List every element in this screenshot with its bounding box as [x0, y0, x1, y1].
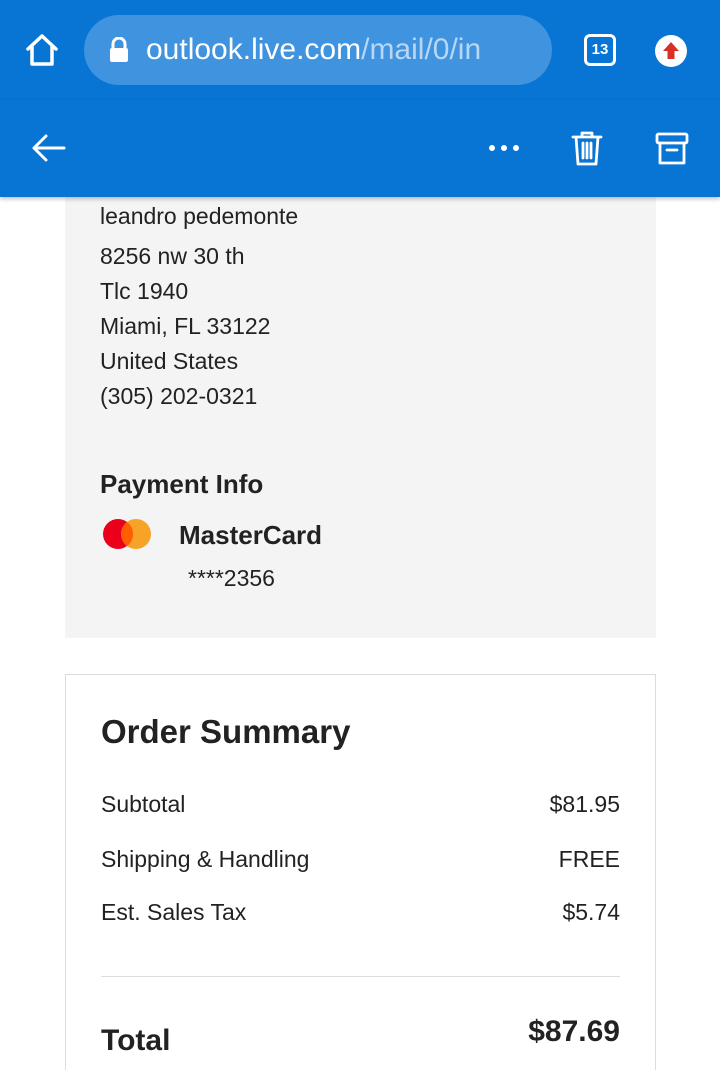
- order-summary-heading: Order Summary: [101, 713, 351, 750]
- total-label: Total: [101, 1024, 171, 1057]
- shipping-label: Shipping & Handling: [101, 846, 310, 872]
- payment-info-heading: Payment Info: [100, 469, 264, 499]
- summary-divider: [101, 976, 620, 977]
- trash-icon: [571, 131, 603, 166]
- address-country: United States: [100, 348, 239, 374]
- address-street: 8256 nw 30 th: [100, 243, 245, 269]
- total-value: $87.69: [528, 1015, 620, 1048]
- lock-icon: [110, 37, 128, 62]
- tax-label: Est. Sales Tax: [101, 899, 247, 925]
- address-city: Miami, FL 33122: [100, 313, 271, 339]
- url-path: /mail/0/in: [361, 33, 482, 66]
- archive-icon: [655, 132, 689, 165]
- subtotal-label: Subtotal: [101, 791, 186, 817]
- archive-button[interactable]: [654, 128, 690, 168]
- browser-toolbar: outlook.live.com/mail/0/in 13: [0, 0, 720, 100]
- shipping-value: FREE: [558, 846, 620, 872]
- back-arrow-icon: [32, 134, 66, 162]
- subtotal-value: $81.95: [549, 791, 620, 817]
- mail-action-bar: [0, 100, 720, 197]
- home-icon: [26, 34, 58, 66]
- address-name: leandro pedemonte: [100, 203, 299, 229]
- tabs-button[interactable]: 13: [584, 34, 616, 66]
- delete-button[interactable]: [570, 128, 604, 168]
- address-phone: (305) 202-0321: [100, 383, 258, 409]
- url-domain: outlook.live.com: [146, 33, 362, 66]
- mastercard-logo-icon: [103, 519, 151, 549]
- home-button[interactable]: [22, 30, 62, 70]
- more-options-button[interactable]: [486, 136, 522, 160]
- email-body: leandro pedemonte 8256 nw 30 th Tlc 1940…: [0, 197, 720, 1070]
- update-button[interactable]: [654, 34, 688, 68]
- update-arrow-icon: [655, 35, 687, 67]
- address-unit: Tlc 1940: [100, 278, 189, 304]
- address-bar[interactable]: outlook.live.com/mail/0/in: [84, 15, 552, 85]
- more-dots-icon: [489, 145, 519, 151]
- url-text: outlook.live.com/mail/0/in: [146, 31, 546, 69]
- card-brand: MasterCard: [179, 520, 323, 550]
- tax-value: $5.74: [562, 899, 620, 925]
- back-button[interactable]: [28, 130, 68, 166]
- card-number: ****2356: [188, 565, 275, 591]
